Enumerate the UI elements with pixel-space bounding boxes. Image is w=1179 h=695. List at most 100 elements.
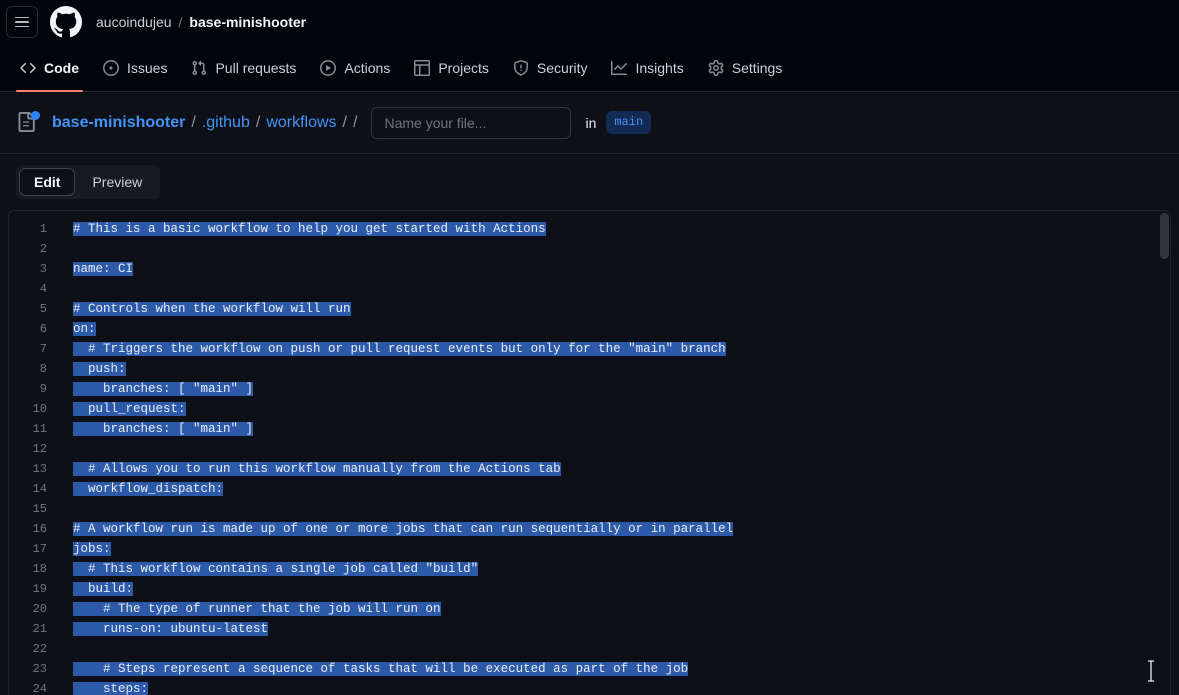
code-line[interactable]: build: (57, 579, 1170, 599)
nav-tab-issues[interactable]: Issues (91, 44, 179, 91)
code-line[interactable]: # This is a basic workflow to help you g… (57, 219, 1170, 239)
code-line[interactable]: jobs: (57, 539, 1170, 559)
selected-text: branches: [ "main" ] (73, 422, 254, 436)
edit-preview-tabs: Edit Preview (16, 165, 161, 199)
code-line[interactable] (57, 439, 1170, 459)
nav-tab-settings[interactable]: Settings (696, 44, 795, 91)
code-line[interactable]: # The type of runner that the job will r… (57, 599, 1170, 619)
breadcrumb: base-minishooter / .github / workflows /… (52, 114, 357, 132)
breadcrumb-slash: / (191, 113, 196, 131)
code-line[interactable]: pull_request: (57, 399, 1170, 419)
code-line[interactable]: name: CI (57, 259, 1170, 279)
code-line[interactable]: # This workflow contains a single job ca… (57, 559, 1170, 579)
header-breadcrumb: aucoindujeu / base-minishooter (96, 14, 306, 30)
code-line[interactable]: # Allows you to run this workflow manual… (57, 459, 1170, 479)
line-number: 3 (39, 262, 47, 276)
github-logo-icon[interactable] (50, 6, 82, 38)
branch-badge: main (606, 111, 652, 134)
code-line[interactable]: # Triggers the workflow on push or pull … (57, 339, 1170, 359)
hamburger-menu-icon[interactable] (6, 6, 38, 38)
code-content[interactable]: # This is a basic workflow to help you g… (57, 211, 1170, 695)
breadcrumb-segment-workflows[interactable]: workflows (266, 114, 336, 132)
editor-scrollbar[interactable] (1159, 211, 1170, 695)
selected-text: name: CI (73, 262, 134, 276)
file-path-bar: base-minishooter / .github / workflows /… (0, 92, 1179, 154)
unsaved-indicator-dot (31, 110, 40, 120)
hamburger-bar (15, 21, 29, 23)
breadcrumb-segment-github[interactable]: .github (202, 114, 250, 132)
line-number: 23 (32, 662, 47, 676)
scrollbar-thumb[interactable] (1160, 213, 1169, 259)
nav-tab-pull-requests[interactable]: Pull requests (179, 44, 308, 91)
nav-tab-label: Pull requests (215, 59, 297, 76)
line-number: 5 (39, 302, 47, 316)
code-line[interactable]: push: (57, 359, 1170, 379)
code-line[interactable] (57, 279, 1170, 299)
selected-text: # A workflow run is made up of one or mo… (73, 522, 734, 536)
line-number: 2 (39, 242, 47, 256)
filename-input[interactable] (371, 106, 572, 139)
line-number: 11 (32, 422, 47, 436)
editor-toolbar: Edit Preview (0, 154, 1179, 210)
nav-tab-projects[interactable]: Projects (402, 44, 501, 91)
breadcrumb-slash: / (255, 113, 261, 131)
breadcrumb-repo-link[interactable]: base-minishooter (52, 114, 185, 132)
code-icon (20, 60, 36, 76)
selected-text: on: (73, 322, 96, 336)
code-line[interactable] (57, 639, 1170, 659)
nav-tab-code[interactable]: Code (8, 44, 91, 92)
git-pull-request-icon (191, 60, 207, 76)
nav-tab-security[interactable]: Security (501, 44, 600, 91)
nav-tab-actions[interactable]: Actions (308, 44, 402, 91)
breadcrumb-repo[interactable]: base-minishooter (189, 14, 306, 30)
selected-text: # This is a basic workflow to help you g… (73, 222, 546, 236)
global-header: aucoindujeu / base-minishooter (0, 0, 1179, 44)
breadcrumb-owner[interactable]: aucoindujeu (96, 14, 172, 30)
nav-tab-label: Code (44, 59, 79, 76)
selected-text: # This workflow contains a single job ca… (73, 562, 479, 576)
line-number: 24 (32, 682, 47, 695)
code-line[interactable]: runs-on: ubuntu-latest (57, 619, 1170, 639)
in-label: in (585, 114, 597, 131)
nav-tab-label: Security (536, 59, 588, 76)
nav-tab-insights[interactable]: Insights (599, 44, 695, 91)
code-line[interactable] (57, 499, 1170, 519)
tab-edit[interactable]: Edit (19, 168, 76, 196)
code-line[interactable]: steps: (57, 679, 1170, 695)
code-line[interactable]: on: (57, 319, 1170, 339)
selected-text: jobs: (73, 542, 111, 556)
hamburger-bar (15, 25, 29, 28)
shield-icon (513, 59, 529, 76)
code-line[interactable]: branches: [ "main" ] (57, 419, 1170, 439)
selected-text: # Steps represent a sequence of tasks th… (73, 662, 689, 676)
code-line[interactable]: # A workflow run is made up of one or mo… (57, 519, 1170, 539)
gear-icon (708, 59, 724, 76)
nav-tab-label: Settings (731, 59, 783, 76)
table-icon (414, 59, 431, 76)
code-line[interactable]: # Controls when the workflow will run (57, 299, 1170, 319)
code-editor[interactable]: 1 2 3 4 5 6 7 8 9 10 11 12 13 14 15 16 17 18 19 20 21 22 23 24 … (8, 210, 1171, 695)
breadcrumb-slash: / (353, 113, 358, 131)
code-line[interactable] (57, 239, 1170, 259)
code-line[interactable]: # Steps represent a sequence of tasks th… (57, 659, 1170, 679)
nav-tab-label: Actions (344, 59, 391, 76)
line-number: 20 (32, 602, 47, 616)
line-number: 18 (32, 562, 47, 576)
nav-tab-label: Issues (127, 59, 168, 76)
selected-text: runs-on: ubuntu-latest (73, 622, 269, 636)
selected-text: branches: [ "main" ] (73, 382, 254, 396)
code-line[interactable]: branches: [ "main" ] (57, 379, 1170, 399)
hamburger-bar (15, 16, 29, 19)
line-number: 15 (32, 502, 47, 516)
line-number: 4 (39, 282, 47, 296)
line-number: 7 (39, 342, 47, 356)
selected-text: # Triggers the workflow on push or pull … (73, 342, 726, 356)
tab-preview[interactable]: Preview (77, 168, 157, 196)
code-line[interactable]: workflow_dispatch: (57, 479, 1170, 499)
nav-tab-label: Insights (635, 59, 684, 76)
line-number: 14 (32, 482, 47, 496)
repository-nav: Code Issues Pull requests Actions Projec… (0, 44, 1179, 92)
selected-text: # Allows you to run this workflow manual… (73, 462, 561, 476)
nav-tab-label: Projects (438, 59, 489, 76)
play-circle-icon (320, 59, 337, 76)
